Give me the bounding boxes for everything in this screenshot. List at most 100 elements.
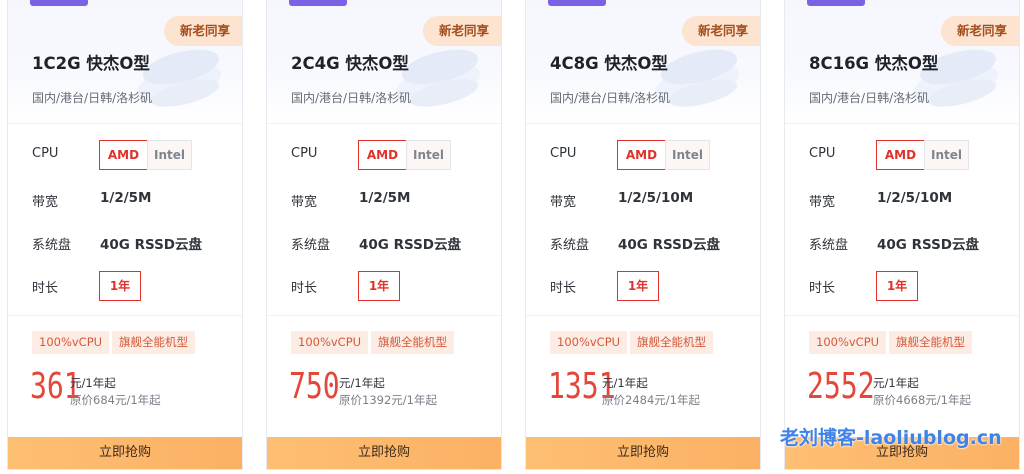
plan-title: 2C4G 快杰O型 (291, 54, 409, 73)
disk-label: 系统盘 (550, 238, 590, 253)
card-accent-bar (807, 0, 865, 6)
plan-regions: 国内/港台/日韩/洛杉矶 (809, 91, 930, 105)
cpu-row: CPU AMD Intel (32, 140, 232, 170)
card-header: 新老同享 4C8G 快杰O型 国内/港台/日韩/洛杉矶 (526, 0, 760, 124)
feature-tag: 100%vCPU (809, 331, 887, 354)
price-unit: 元/1年起 (339, 376, 385, 390)
card-divider (526, 315, 760, 316)
card-header: 新老同享 8C16G 快杰O型 国内/港台/日韩/洛杉矶 (785, 0, 1019, 124)
plan-title: 8C16G 快杰O型 (809, 54, 939, 73)
disk-value: 40G RSSD云盘 (359, 237, 462, 253)
original-price: 原价4668元/1年起 (873, 393, 971, 407)
cpu-option-intel[interactable]: Intel (665, 140, 710, 170)
product-card-list: 新老同享 1C2G 快杰O型 国内/港台/日韩/洛杉矶 CPU AMD Inte… (0, 0, 1024, 474)
card-accent-bar (30, 0, 88, 6)
original-price: 原价684元/1年起 (70, 393, 161, 407)
cpu-row: CPU AMD Intel (550, 140, 750, 170)
product-card: 新老同享 8C16G 快杰O型 国内/港台/日韩/洛杉矶 CPU AMD Int… (784, 0, 1020, 470)
cpu-label: CPU (550, 146, 577, 161)
price-unit: 元/1年起 (873, 376, 919, 390)
feature-tag: 旗舰全能机型 (630, 331, 713, 354)
cpu-option-amd[interactable]: AMD (876, 140, 925, 170)
disk-value: 40G RSSD云盘 (618, 237, 721, 253)
cpu-label: CPU (32, 146, 59, 161)
feature-tag: 100%vCPU (291, 331, 369, 354)
disk-row: 系统盘 40G RSSD云盘 (32, 228, 232, 258)
feature-tag: 100%vCPU (32, 331, 110, 354)
price-value: 750 (289, 366, 340, 407)
buy-now-button[interactable]: 立即抢购 (8, 437, 242, 469)
disk-row: 系统盘 40G RSSD云盘 (550, 228, 750, 258)
product-card: 新老同享 1C2G 快杰O型 国内/港台/日韩/洛杉矶 CPU AMD Inte… (7, 0, 243, 470)
original-price: 原价1392元/1年起 (339, 393, 437, 407)
bandwidth-value: 1/2/5/10M (618, 190, 694, 206)
promo-badge: 新老同享 (163, 16, 242, 46)
feature-tag: 100%vCPU (550, 331, 628, 354)
buy-now-button[interactable]: 立即抢购 (267, 437, 501, 469)
bandwidth-value: 1/2/5M (359, 190, 411, 206)
price-unit: 元/1年起 (602, 376, 648, 390)
promo-badge: 新老同享 (940, 16, 1019, 46)
bandwidth-label: 带宽 (550, 195, 577, 210)
cpu-option-amd[interactable]: AMD (358, 140, 407, 170)
duration-row: 时长 1年 (32, 271, 232, 301)
cpu-option-intel[interactable]: Intel (147, 140, 192, 170)
disk-row: 系统盘 40G RSSD云盘 (291, 228, 491, 258)
bandwidth-value: 1/2/5/10M (877, 190, 953, 206)
plan-regions: 国内/港台/日韩/洛杉矶 (32, 91, 153, 105)
cpu-row: CPU AMD Intel (809, 140, 1009, 170)
cpu-option-intel[interactable]: Intel (924, 140, 969, 170)
feature-tag: 旗舰全能机型 (371, 331, 454, 354)
card-accent-bar (289, 0, 347, 6)
cpu-option-amd[interactable]: AMD (99, 140, 148, 170)
promo-badge: 新老同享 (681, 16, 760, 46)
product-card: 新老同享 2C4G 快杰O型 国内/港台/日韩/洛杉矶 CPU AMD Inte… (266, 0, 502, 470)
cpu-label: CPU (291, 146, 318, 161)
card-divider (8, 315, 242, 316)
plan-title: 1C2G 快杰O型 (32, 54, 150, 73)
disk-label: 系统盘 (291, 238, 331, 253)
feature-tag: 旗舰全能机型 (889, 331, 972, 354)
product-card: 新老同享 4C8G 快杰O型 国内/港台/日韩/洛杉矶 CPU AMD Inte… (525, 0, 761, 470)
duration-option-1y[interactable]: 1年 (358, 271, 400, 301)
duration-row: 时长 1年 (550, 271, 750, 301)
duration-row: 时长 1年 (291, 271, 491, 301)
bandwidth-label: 带宽 (809, 195, 836, 210)
disk-row: 系统盘 40G RSSD云盘 (809, 228, 1009, 258)
bandwidth-label: 带宽 (291, 195, 318, 210)
duration-option-1y[interactable]: 1年 (617, 271, 659, 301)
disk-label: 系统盘 (32, 238, 72, 253)
duration-label: 时长 (550, 281, 577, 296)
card-accent-bar (548, 0, 606, 6)
duration-label: 时长 (32, 281, 59, 296)
cpu-option-amd[interactable]: AMD (617, 140, 666, 170)
bandwidth-row: 带宽 1/2/5/10M (809, 185, 1009, 215)
price-value: 2552 (807, 366, 875, 407)
buy-now-button[interactable]: 立即抢购 (526, 437, 760, 469)
card-header: 新老同享 1C2G 快杰O型 国内/港台/日韩/洛杉矶 (8, 0, 242, 124)
duration-option-1y[interactable]: 1年 (99, 271, 141, 301)
card-header: 新老同享 2C4G 快杰O型 国内/港台/日韩/洛杉矶 (267, 0, 501, 124)
duration-label: 时长 (291, 281, 318, 296)
disk-label: 系统盘 (809, 238, 849, 253)
feature-tag: 旗舰全能机型 (112, 331, 195, 354)
cpu-label: CPU (809, 146, 836, 161)
bandwidth-row: 带宽 1/2/5M (32, 185, 232, 215)
card-divider (267, 315, 501, 316)
plan-title: 4C8G 快杰O型 (550, 54, 668, 73)
duration-label: 时长 (809, 281, 836, 296)
watermark-text: 老刘博客-laoliublog.cn (780, 427, 1002, 449)
cpu-row: CPU AMD Intel (291, 140, 491, 170)
disk-value: 40G RSSD云盘 (877, 237, 980, 253)
duration-option-1y[interactable]: 1年 (876, 271, 918, 301)
bandwidth-row: 带宽 1/2/5M (291, 185, 491, 215)
disk-value: 40G RSSD云盘 (100, 237, 203, 253)
plan-regions: 国内/港台/日韩/洛杉矶 (291, 91, 412, 105)
bandwidth-value: 1/2/5M (100, 190, 152, 206)
bandwidth-row: 带宽 1/2/5/10M (550, 185, 750, 215)
price-unit: 元/1年起 (70, 376, 116, 390)
promo-badge: 新老同享 (422, 16, 501, 46)
cpu-option-intel[interactable]: Intel (406, 140, 451, 170)
duration-row: 时长 1年 (809, 271, 1009, 301)
card-divider (785, 315, 1019, 316)
